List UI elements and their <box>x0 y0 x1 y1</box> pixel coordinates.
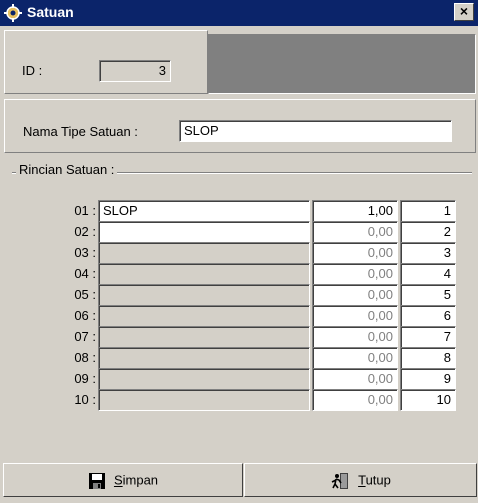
row-name-input <box>98 263 310 285</box>
tutup-label: Tutup <box>358 472 391 488</box>
row-index-input[interactable]: 7 <box>400 326 456 348</box>
row-name-input <box>98 368 310 390</box>
row-number-label: 03 : <box>74 245 96 260</box>
row-index-input[interactable]: 5 <box>400 284 456 306</box>
simpan-label: Simpan <box>113 472 159 488</box>
title-bar[interactable]: Satuan × <box>0 0 478 26</box>
close-icon: × <box>459 3 469 19</box>
tutup-button[interactable]: Tutup <box>244 463 477 497</box>
row-name-input <box>98 242 310 264</box>
simpan-button[interactable]: Simpan <box>3 463 243 497</box>
row-quantity-input[interactable]: 0,00 <box>312 389 398 411</box>
row-number-label: 07 : <box>74 329 96 344</box>
row-name-input <box>98 389 310 411</box>
row-number-label: 10 : <box>74 392 96 407</box>
row-index-input[interactable]: 3 <box>400 242 456 264</box>
row-index-input[interactable]: 2 <box>400 221 456 243</box>
save-disk-icon <box>88 472 105 489</box>
row-quantity-input[interactable]: 0,00 <box>312 242 398 264</box>
row-name-input <box>98 284 310 306</box>
id-field: 3 <box>99 60 171 82</box>
row-number-label: 01 : <box>74 203 96 218</box>
row-quantity-input[interactable]: 1,00 <box>312 200 398 222</box>
window-title: Satuan <box>27 4 74 20</box>
row-index-input[interactable]: 9 <box>400 368 456 390</box>
row-number-label: 04 : <box>74 266 96 281</box>
row-quantity-input[interactable]: 0,00 <box>312 263 398 285</box>
row-number-label: 02 : <box>74 224 96 239</box>
row-quantity-input[interactable]: 0,00 <box>312 284 398 306</box>
row-quantity-input[interactable]: 0,00 <box>312 305 398 327</box>
row-name-input <box>98 326 310 348</box>
close-button[interactable]: × <box>454 3 474 21</box>
exit-door-icon <box>331 472 349 489</box>
row-name-input[interactable] <box>98 221 310 243</box>
header-display-panel <box>208 34 476 94</box>
row-number-label: 05 : <box>74 287 96 302</box>
nama-tipe-input[interactable]: SLOP <box>179 120 452 142</box>
row-quantity-input[interactable]: 0,00 <box>312 347 398 369</box>
row-quantity-input[interactable]: 0,00 <box>312 221 398 243</box>
row-index-input[interactable]: 8 <box>400 347 456 369</box>
row-number-label: 09 : <box>74 371 96 386</box>
row-index-input[interactable]: 1 <box>400 200 456 222</box>
row-name-input <box>98 305 310 327</box>
row-index-input[interactable]: 4 <box>400 263 456 285</box>
row-name-input[interactable]: SLOP <box>98 200 310 222</box>
row-name-input <box>98 347 310 369</box>
nama-tipe-label: Nama Tipe Satuan : <box>23 124 138 139</box>
row-index-input[interactable]: 10 <box>400 389 456 411</box>
row-index-input[interactable]: 6 <box>400 305 456 327</box>
app-icon <box>4 4 22 22</box>
row-quantity-input[interactable]: 0,00 <box>312 368 398 390</box>
row-quantity-input[interactable]: 0,00 <box>312 326 398 348</box>
id-label: ID : <box>22 63 43 78</box>
rincian-group-label: Rincian Satuan : <box>16 162 118 177</box>
row-number-label: 06 : <box>74 308 96 323</box>
row-number-label: 08 : <box>74 350 96 365</box>
